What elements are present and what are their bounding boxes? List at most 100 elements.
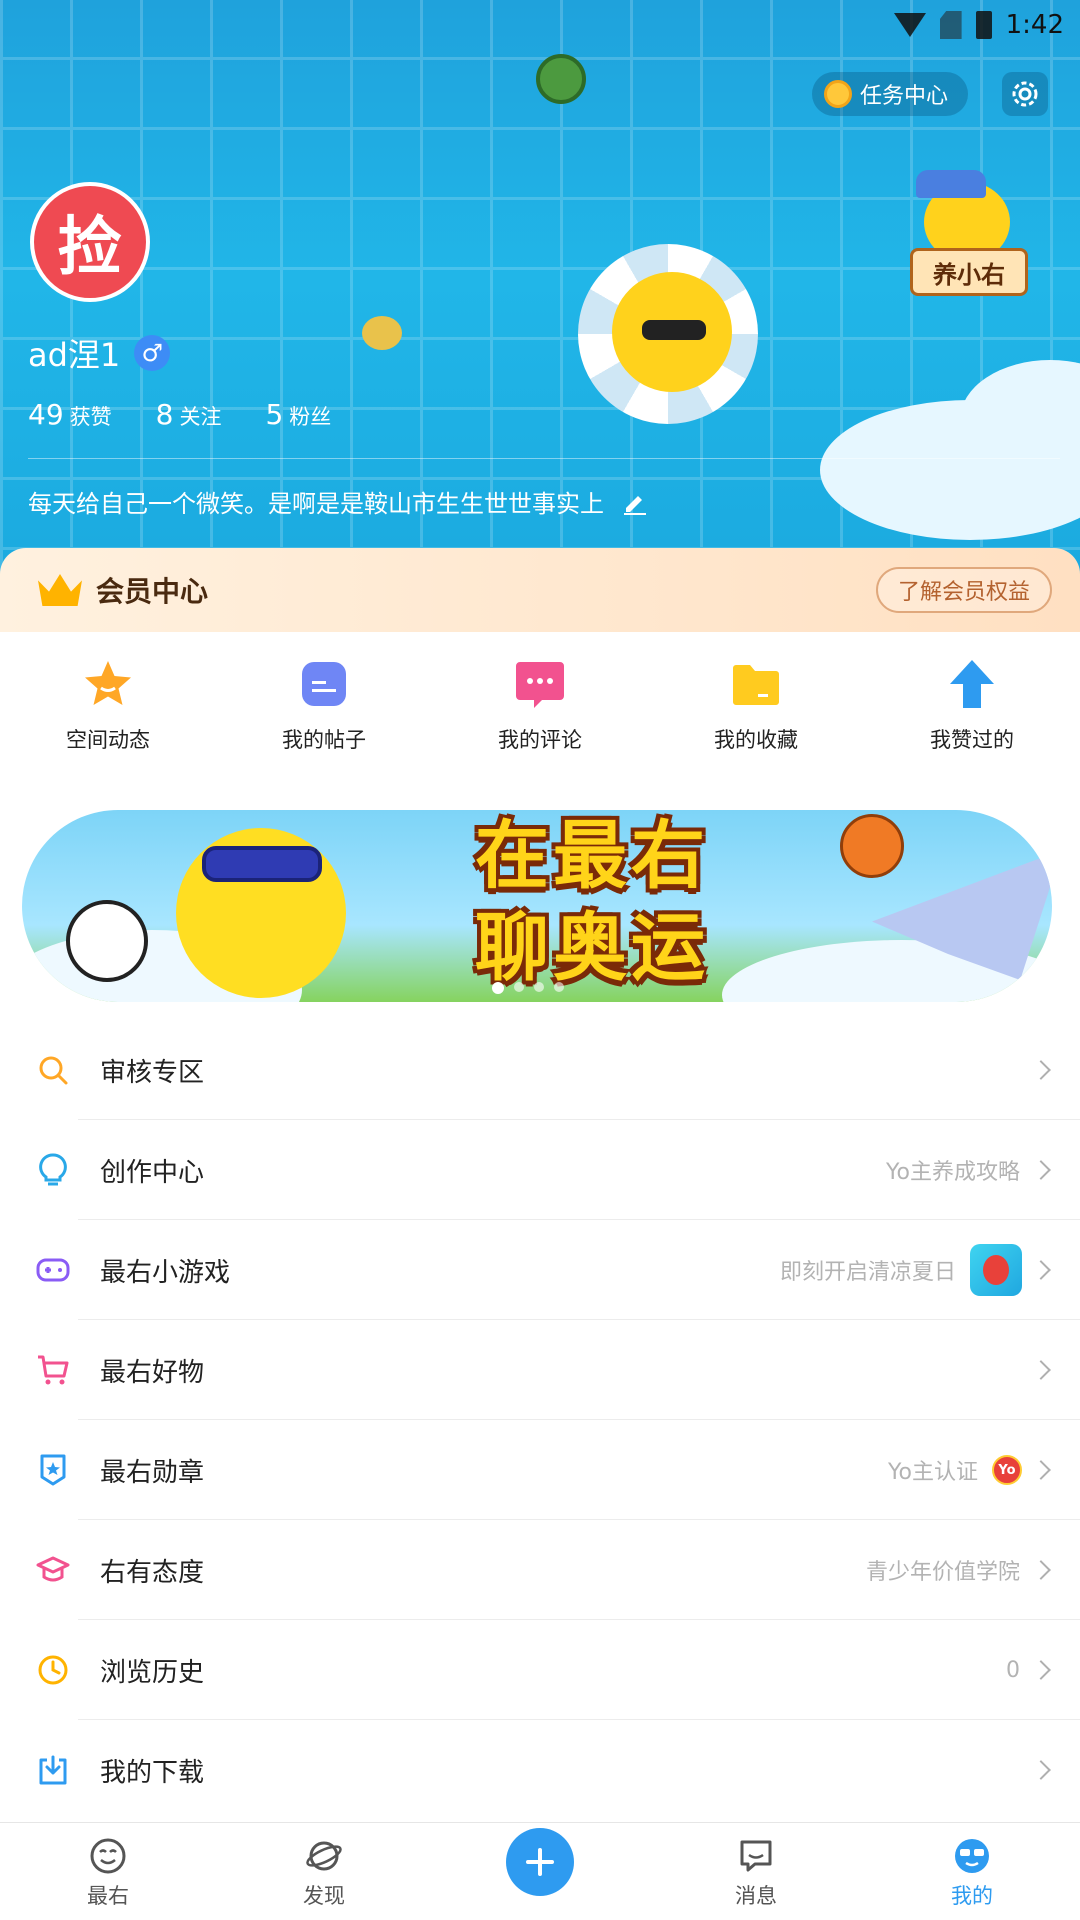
settings-menu: 审核专区 创作中心 Yo主养成攻略 最右小游戏 即刻开启清凉夏日 最右好物 最右… [0, 1020, 1080, 1820]
menu-item-attitude[interactable]: 右有态度 青少年价值学院 [0, 1520, 1080, 1620]
mascot-duck-decoration [612, 272, 732, 392]
battery-icon [975, 11, 992, 39]
username-row: ad涅1 ♂ [28, 330, 171, 376]
quick-action-my-comments[interactable]: 我的评论 [432, 632, 648, 770]
task-center-button[interactable]: 任务中心 [812, 72, 968, 116]
quick-action-label: 我赞过的 [930, 728, 1014, 752]
mascot-hat-icon [916, 170, 986, 198]
coin-icon [824, 80, 852, 108]
tab-label: 发现 [303, 1884, 345, 1908]
stat-following-label: 关注 [179, 405, 222, 429]
tab-label: 最右 [87, 1884, 129, 1908]
menu-item-history[interactable]: 浏览历史 0 [0, 1620, 1080, 1720]
chevron-right-icon [1031, 1260, 1051, 1280]
no-sim-icon [939, 11, 962, 39]
promo-banner[interactable]: 在最右 聊奥运 [22, 810, 1052, 1002]
menu-item-creator-center[interactable]: 创作中心 Yo主养成攻略 [0, 1120, 1080, 1220]
menu-item-mini-games[interactable]: 最右小游戏 即刻开启清凉夏日 [0, 1220, 1080, 1320]
male-gender-icon: ♂ [134, 335, 171, 371]
gear-icon [1012, 81, 1038, 107]
quick-action-space-feed[interactable]: 空间动态 [0, 632, 216, 770]
menu-item-goods[interactable]: 最右好物 [0, 1320, 1080, 1420]
stat-following-count: 8 [155, 398, 174, 431]
bottom-tab-bar: 最右 发现 消息 我的 [0, 1822, 1080, 1920]
post-icon [298, 658, 350, 710]
chevron-right-icon [1031, 1160, 1051, 1180]
quick-action-my-posts[interactable]: 我的帖子 [216, 632, 432, 770]
stat-following[interactable]: 8 关注 [156, 398, 222, 431]
menu-item-title: 审核专区 [100, 1057, 205, 1088]
menu-item-title: 最右小游戏 [100, 1257, 231, 1288]
menu-item-medals[interactable]: 最右勋章 Yo主认证 Yo [0, 1420, 1080, 1520]
rubber-duck-decoration [362, 316, 402, 350]
status-bar: 1:42 [780, 0, 1080, 50]
chevron-right-icon [1031, 1760, 1051, 1780]
bulb-icon [36, 1153, 70, 1187]
folder-icon [730, 658, 782, 710]
stat-likes[interactable]: 49 获赞 [28, 398, 112, 431]
menu-item-title: 我的下载 [100, 1757, 205, 1788]
menu-item-downloads[interactable]: 我的下载 [0, 1720, 1080, 1820]
bio-row[interactable]: 每天给自己一个微笑。是啊是是鞍山市生生世世事实上 [28, 484, 648, 519]
quick-action-label: 我的收藏 [714, 728, 798, 752]
thumb-arrow-icon [946, 658, 998, 710]
chevron-right-icon [1031, 1360, 1051, 1380]
soccer-ball-decoration [66, 900, 148, 982]
mascot-duck-decoration [176, 828, 346, 998]
menu-item-review-zone[interactable]: 审核专区 [0, 1020, 1080, 1120]
tab-profile[interactable]: 我的 [864, 1823, 1080, 1920]
stat-likes-label: 获赞 [69, 405, 112, 429]
page-dot [534, 982, 544, 992]
chevron-right-icon [1031, 1660, 1051, 1680]
tab-create[interactable] [432, 1823, 648, 1920]
profile-icon [952, 1836, 992, 1876]
member-center-title: 会员中心 [96, 575, 209, 608]
username: ad涅1 [28, 336, 121, 374]
menu-item-hint: Yo主认证 [888, 1460, 978, 1485]
comment-icon [514, 658, 566, 710]
banner-title-line1: 在最右 [475, 813, 709, 899]
page-dot-active [492, 982, 504, 994]
stat-likes-count: 49 [28, 398, 64, 431]
plus-icon [526, 1848, 554, 1876]
profile-stats: 49 获赞 8 关注 5 粉丝 [28, 398, 331, 431]
tab-label: 消息 [735, 1884, 777, 1908]
tab-messages[interactable]: 消息 [648, 1823, 864, 1920]
tab-discover[interactable]: 发现 [216, 1823, 432, 1920]
menu-item-hint: Yo主养成攻略 [886, 1160, 1020, 1185]
game-thumbnail [970, 1244, 1022, 1296]
quick-action-my-favorites[interactable]: 我的收藏 [648, 632, 864, 770]
banner-title: 在最右 聊奥运 [392, 810, 792, 994]
download-icon [36, 1753, 70, 1787]
create-post-button[interactable] [506, 1828, 574, 1896]
member-benefits-button[interactable]: 了解会员权益 [875, 567, 1052, 613]
menu-item-title: 右有态度 [100, 1557, 205, 1588]
chevron-right-icon [1031, 1060, 1051, 1080]
menu-item-title: 浏览历史 [100, 1657, 205, 1688]
edit-pencil-icon[interactable] [622, 489, 648, 515]
smiley-icon [88, 1836, 128, 1876]
member-center-bar[interactable]: 会员中心 了解会员权益 [0, 548, 1080, 632]
banner-title-line2: 聊奥运 [475, 905, 709, 991]
menu-item-hint: 青少年价值学院 [865, 1560, 1020, 1585]
menu-item-title: 最右勋章 [100, 1457, 205, 1488]
quick-action-liked[interactable]: 我赞过的 [864, 632, 1080, 770]
quick-actions: 空间动态 我的帖子 我的评论 我的收藏 我赞过的 [0, 632, 1080, 770]
clock-time: 1:42 [1005, 10, 1064, 40]
badge-icon [36, 1453, 70, 1487]
task-center-label: 任务中心 [860, 84, 949, 109]
wifi-icon [893, 13, 926, 37]
clock-icon [36, 1653, 70, 1687]
menu-item-title: 创作中心 [100, 1157, 205, 1188]
settings-button[interactable] [1002, 72, 1048, 116]
raise-mascot-button[interactable]: 养小右 [910, 170, 1030, 300]
planet-icon [304, 1836, 344, 1876]
cart-icon [36, 1353, 70, 1387]
tab-home[interactable]: 最右 [0, 1823, 216, 1920]
history-count: 0 [1006, 1657, 1020, 1683]
quick-action-label: 我的帖子 [282, 728, 366, 752]
menu-item-title: 最右好物 [100, 1357, 205, 1388]
stat-followers[interactable]: 5 粉丝 [265, 398, 331, 431]
tab-label: 我的 [951, 1884, 993, 1908]
avatar[interactable]: 捡 [30, 182, 150, 302]
